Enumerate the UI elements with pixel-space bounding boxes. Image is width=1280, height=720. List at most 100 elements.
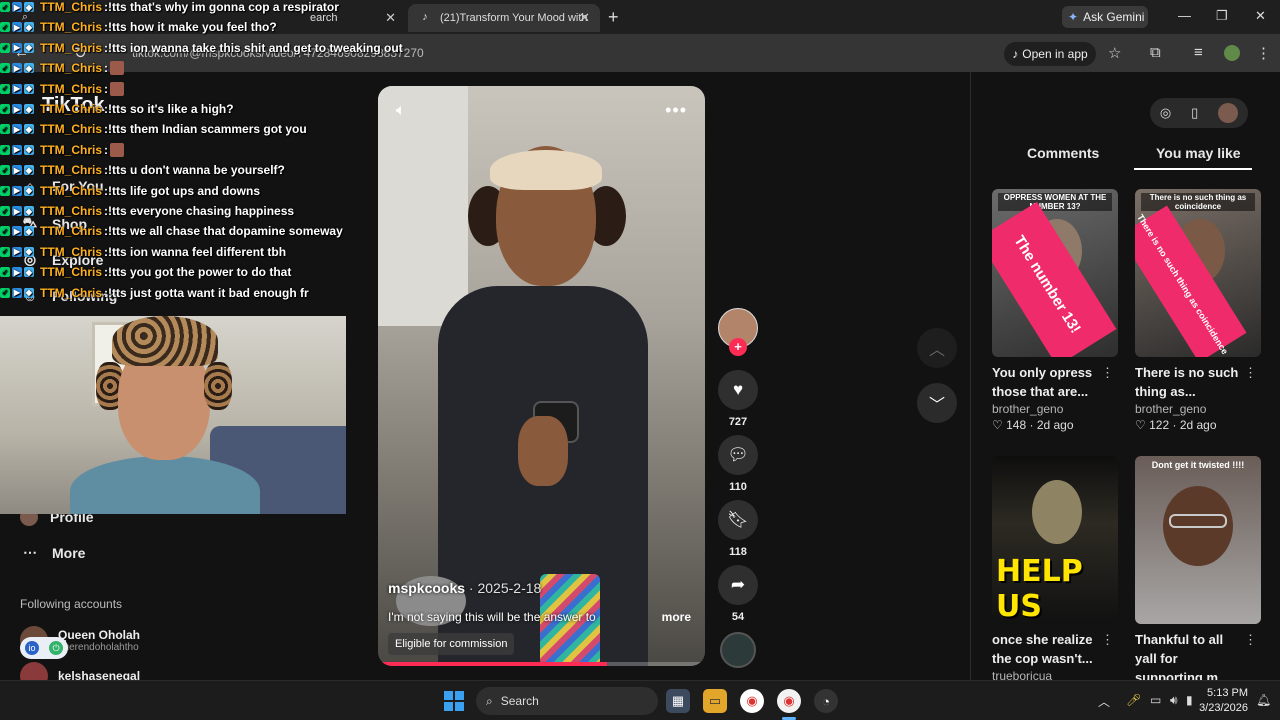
- badge-icon: ◆: [24, 63, 34, 74]
- extension-pill[interactable]: io ⏻: [20, 637, 68, 659]
- screen: ⌕ earch ✕ ♪ (21)Transform Your Mood with…: [0, 0, 1280, 720]
- badge-icon: ✓: [0, 246, 10, 257]
- badge-icon: ◆: [24, 124, 34, 135]
- follow-plus-button[interactable]: +: [729, 338, 747, 356]
- video-thumbnail[interactable]: There is no such thing as coincidence Th…: [1135, 189, 1261, 357]
- chat-message: ✓ ▶ ◆ TTM_Chris: !tts we all chase that dop…: [0, 221, 343, 241]
- device-icon[interactable]: ▯: [1191, 105, 1198, 121]
- browser-tab-active[interactable]: ♪ (21)Transform Your Mood with ✕: [408, 4, 600, 32]
- clock[interactable]: 5:13 PM 3/23/2026: [1198, 686, 1248, 716]
- card-meta: ♡ 122 · 2d ago: [1135, 418, 1217, 432]
- chat-username: TTM_Chris: [40, 244, 103, 259]
- chat-username: TTM_Chris: [40, 142, 103, 157]
- card-title[interactable]: once she realize the cop wasn't...: [992, 630, 1102, 668]
- save-button[interactable]: 🔖︎: [718, 500, 758, 540]
- new-tab-button[interactable]: +: [608, 7, 619, 28]
- sidebar-item-more[interactable]: ⋯ More: [20, 544, 85, 561]
- close-tab-icon[interactable]: ✕: [579, 10, 590, 26]
- chat-username: TTM_Chris: [40, 265, 103, 280]
- avatar[interactable]: [1218, 103, 1239, 123]
- previous-video-button[interactable]: ︿: [917, 328, 957, 368]
- tab-comments[interactable]: Comments: [1027, 145, 1099, 161]
- card-menu-icon[interactable]: ⋮: [1244, 632, 1257, 648]
- search-icon: ⌕: [486, 693, 493, 708]
- music-disc-icon[interactable]: [720, 632, 756, 668]
- chrome-profile-icon[interactable]: ◉: [777, 689, 801, 713]
- active-tab-indicator: [1134, 168, 1252, 170]
- tiktok-icon: ♪: [422, 11, 428, 23]
- recommended-video-card[interactable]: Dont get it twisted !!!! Thankful to all…: [1135, 456, 1261, 702]
- taskbar-search[interactable]: ⌕ Search: [476, 687, 658, 715]
- badge-icon: ▶: [12, 144, 22, 155]
- badge-icon: ▶: [12, 22, 22, 33]
- battery-icon[interactable]: ▮: [1186, 693, 1193, 707]
- card-menu-icon[interactable]: ⋮: [1244, 365, 1257, 381]
- store-icon[interactable]: ▦: [666, 689, 690, 713]
- video-thumbnail[interactable]: HELP US: [992, 456, 1118, 624]
- close-window-icon[interactable]: ✕: [1255, 8, 1266, 24]
- badge-icon: ✓: [0, 165, 10, 176]
- badge-icon: ✓: [0, 104, 10, 114]
- video-player[interactable]: 🔈︎ ••• mspkcooks · 2025-2-18 I'm not say…: [378, 86, 705, 666]
- ask-gemini-label: Ask Gemini: [1083, 10, 1145, 24]
- card-username[interactable]: brother_geno: [1135, 402, 1261, 416]
- menu-kebab-icon[interactable]: ⋮: [1256, 44, 1271, 62]
- chat-text: !tts ion wanna take this shit and get to…: [108, 40, 403, 55]
- like-button[interactable]: ♥: [718, 370, 758, 410]
- chat-username: TTM_Chris: [40, 163, 103, 178]
- more-options-icon[interactable]: •••: [665, 100, 687, 121]
- volume-icon[interactable]: 🔊︎: [1170, 693, 1178, 708]
- recommended-video-card[interactable]: HELP US once she realize the cop wasn't.…: [992, 456, 1118, 683]
- card-title[interactable]: There is no such thing as...: [1135, 363, 1245, 401]
- badge-icon: ✓: [0, 206, 10, 216]
- card-title[interactable]: Thankful to all yall for supporting m...: [1135, 630, 1245, 687]
- recommended-video-card[interactable]: There is no such thing as coincidence Th…: [1135, 189, 1261, 432]
- file-explorer-icon[interactable]: ▭: [703, 689, 727, 713]
- compass-icon[interactable]: ◎: [1160, 105, 1171, 121]
- badge-icon: ✓: [0, 267, 10, 278]
- profile-avatar-icon[interactable]: [1224, 45, 1240, 61]
- next-video-button[interactable]: ﹀: [917, 383, 957, 423]
- microphone-icon[interactable]: 🎤︎: [1126, 693, 1141, 707]
- restore-icon[interactable]: ❐: [1216, 8, 1228, 24]
- chat-message: ✓ ▶ ◆ TTM_Chris: !tts you got the power to …: [0, 262, 291, 282]
- chat-username: TTM_Chris: [40, 204, 103, 218]
- author-username[interactable]: mspkcooks: [388, 580, 465, 596]
- card-username[interactable]: brother_geno: [992, 402, 1118, 416]
- tab-you-may-like[interactable]: You may like: [1156, 145, 1241, 161]
- obs-icon[interactable]: ◔: [814, 689, 838, 713]
- badge-icon: ◆: [24, 267, 34, 278]
- card-title[interactable]: You only opress those that are...: [992, 363, 1102, 401]
- badge-icon: ✓: [0, 226, 10, 237]
- ask-gemini-button[interactable]: ✦ Ask Gemini: [1062, 6, 1148, 28]
- media-icon[interactable]: ≡: [1194, 44, 1203, 61]
- comment-button[interactable]: 💬︎: [718, 435, 758, 475]
- open-in-app-button[interactable]: ♪ Open in app: [1004, 42, 1096, 66]
- card-menu-icon[interactable]: ⋮: [1101, 365, 1114, 381]
- chrome-icon[interactable]: ◉: [740, 689, 764, 713]
- windows-start-icon[interactable]: [444, 691, 464, 711]
- tray-chevron-icon[interactable]: ︿: [1098, 693, 1110, 710]
- network-icon[interactable]: ▭: [1150, 693, 1161, 707]
- caption-more-link[interactable]: more: [662, 610, 691, 624]
- minimize-icon[interactable]: —: [1178, 8, 1191, 23]
- video-progress-bar[interactable]: [378, 662, 705, 666]
- recommended-video-card[interactable]: OPPRESS WOMEN AT THE NUMBER 13? The numb…: [992, 189, 1118, 432]
- badge-icon: ✓: [0, 63, 10, 74]
- video-thumbnail[interactable]: Dont get it twisted !!!!: [1135, 456, 1261, 624]
- notification-bell-icon[interactable]: 🔔︎: [1256, 693, 1271, 707]
- card-menu-icon[interactable]: ⋮: [1101, 632, 1114, 648]
- badge-icon: ◆: [24, 83, 34, 94]
- commission-badge: Eligible for commission: [388, 633, 515, 655]
- chat-text: !tts that's why im gonna cop a respirato…: [108, 0, 339, 14]
- bookmark-star-icon[interactable]: ☆: [1108, 44, 1121, 62]
- chat-text: !tts u don't wanna be yourself?: [108, 163, 285, 178]
- video-author[interactable]: mspkcooks · 2025-2-18: [388, 580, 541, 596]
- gemini-icon: ✦: [1068, 10, 1079, 24]
- video-thumbnail[interactable]: OPPRESS WOMEN AT THE NUMBER 13? The numb…: [992, 189, 1118, 357]
- badge-icon: ✓: [0, 185, 10, 196]
- chat-message: ✓ ▶ ◆ TTM_Chris: !tts life got ups and down…: [0, 181, 260, 201]
- share-button[interactable]: ➦: [718, 565, 758, 605]
- chat-text: !tts you got the power to do that: [108, 265, 292, 280]
- extensions-icon[interactable]: ⧉: [1150, 44, 1161, 61]
